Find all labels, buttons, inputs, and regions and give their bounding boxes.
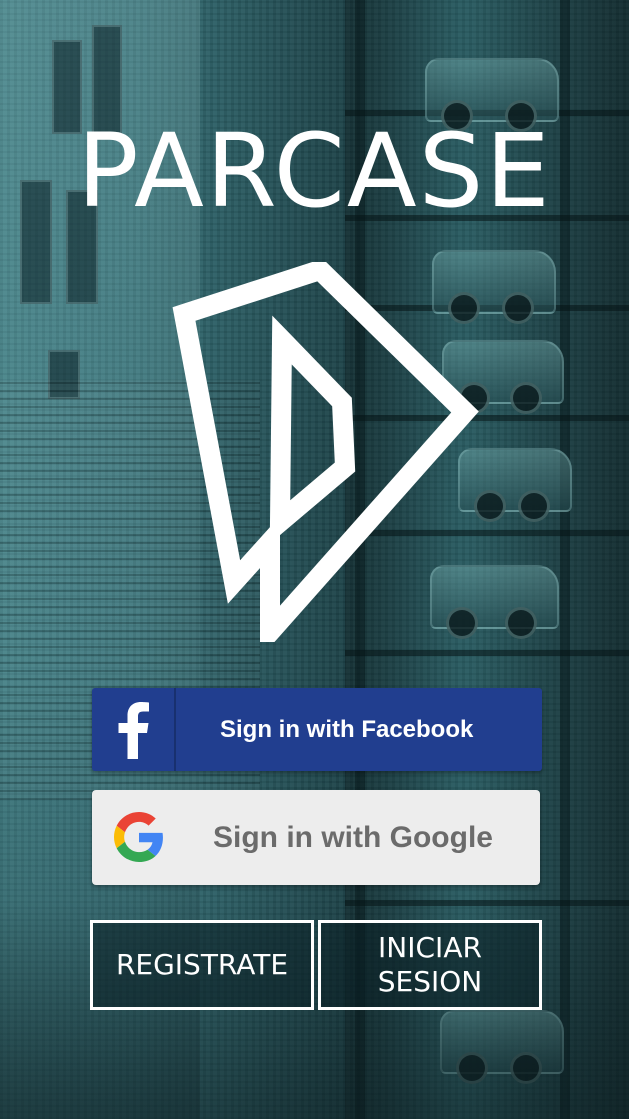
login-button[interactable]: INICIAR SESION [318,920,542,1010]
facebook-signin-label: Sign in with Facebook [220,716,474,743]
parcase-logo-icon [172,262,479,642]
facebook-icon [92,688,176,771]
login-label: INICIAR SESION [377,931,483,998]
register-button[interactable]: REGISTRATE [90,920,314,1010]
app-title: PARCASE [77,112,552,231]
register-label: REGISTRATE [115,948,289,981]
google-icon [114,812,164,862]
tower-beam [345,650,629,656]
google-signin-label: Sign in with Google [213,821,493,854]
google-signin-button[interactable]: Sign in with Google [92,790,540,885]
facebook-signin-button[interactable]: Sign in with Facebook [92,688,542,771]
